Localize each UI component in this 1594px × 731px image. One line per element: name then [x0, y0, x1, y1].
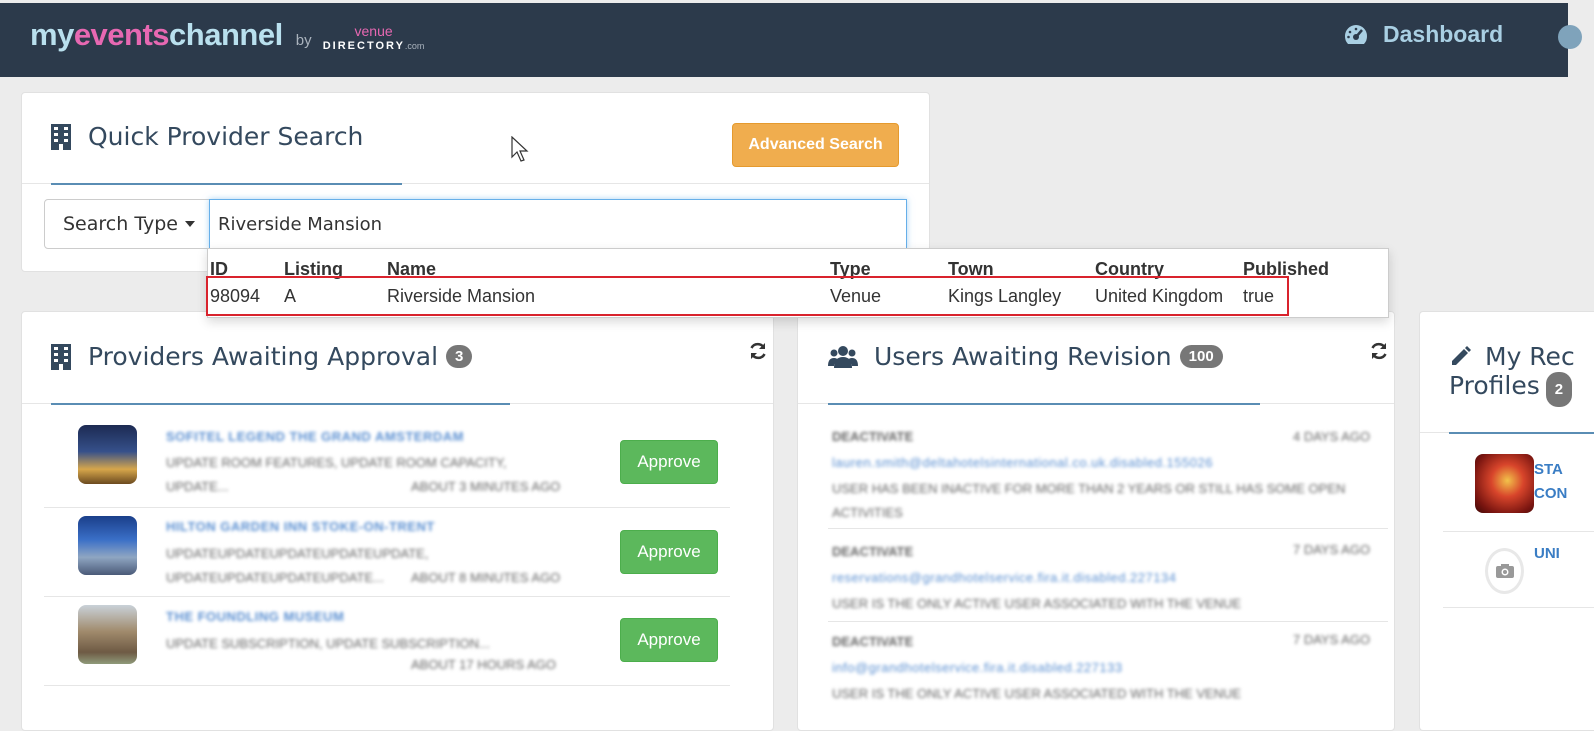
user-revision-note: USER IS THE ONLY ACTIVE USER ASSOCIATED …	[832, 596, 1242, 611]
pencil-icon	[1452, 346, 1471, 365]
user-revision-note: USER HAS BEEN INACTIVE FOR MORE THAN 2 Y…	[832, 481, 1346, 496]
recent-profile-name: UNI	[1534, 545, 1560, 562]
recent-profile-item[interactable]: STA CON	[1443, 446, 1594, 532]
logo-text-directory: DIRECTORY	[322, 40, 405, 52]
recent-profile-name: STA CON	[1534, 458, 1567, 506]
mouse-cursor-icon	[511, 136, 529, 162]
provider-changes-text-2: UPDATE...	[166, 479, 229, 494]
user-age-label: 4 DAYS AGO	[1293, 429, 1371, 444]
provider-time-ago: ABOUT 3 MINUTES AGO	[411, 479, 561, 494]
provider-thumbnail	[78, 425, 137, 484]
user-email-link[interactable]: info@grandhotelservice.fira.it.disabled.…	[832, 660, 1123, 675]
refresh-icon[interactable]	[1369, 341, 1389, 361]
dashboard-nav-link[interactable]: Dashboard	[1343, 21, 1503, 48]
search-results-dropdown: ID Listing Name Type Town Country Publis…	[206, 248, 1389, 318]
site-logo[interactable]: myeventschannel by venue DIRECTORY.com	[30, 17, 424, 53]
logo-text-channel: channel	[169, 17, 283, 52]
providers-title-underline	[51, 403, 510, 405]
recent-profile-item[interactable]: UNI	[1443, 534, 1594, 608]
recent-profile-name-line1: STA	[1534, 461, 1563, 478]
users-title-underline	[828, 403, 1260, 405]
logo-text-by: by	[295, 32, 312, 49]
user-action-label: DEACTIVATE	[832, 429, 914, 444]
venue-directory-logo: venue DIRECTORY.com	[323, 24, 425, 53]
provider-search-input[interactable]	[209, 199, 907, 249]
user-revision-item: DEACTIVATE 7 DAYS AGO reservations@grand…	[828, 534, 1388, 622]
user-revision-note-2: ACTIVITIES	[832, 505, 903, 520]
user-age-label: 7 DAYS AGO	[1293, 542, 1371, 557]
camera-glyph-icon	[1495, 564, 1514, 578]
provider-thumbnail	[78, 605, 137, 664]
users-icon	[828, 345, 858, 368]
providers-approval-title-text: Providers Awaiting Approval	[88, 342, 439, 371]
dashboard-label: Dashboard	[1383, 21, 1504, 47]
user-email-link[interactable]: lauren.smith@deltahotelsinternational.co…	[832, 455, 1213, 470]
users-revision-title: Users Awaiting Revision 100	[828, 342, 1223, 371]
search-type-dropdown[interactable]: Search Type	[44, 199, 211, 249]
user-age-label: 7 DAYS AGO	[1293, 632, 1371, 647]
profile-thumbnail	[1475, 454, 1534, 513]
provider-changes-text: UPDATE SUBSCRIPTION, UPDATE SUBSCRIPTION…	[166, 636, 490, 651]
user-revision-item: DEACTIVATE 4 DAYS AGO lauren.smith@delta…	[828, 419, 1388, 529]
user-email-link[interactable]: reservations@grandhotelservice.fira.it.d…	[832, 570, 1176, 585]
provider-name-link[interactable]: THE FOUNDLING MUSEUM	[166, 609, 344, 624]
users-count-badge: 100	[1179, 345, 1223, 368]
quick-search-title-underline	[51, 183, 402, 185]
user-avatar-icon[interactable]	[1558, 25, 1582, 49]
provider-name-link[interactable]: SOFITEL LEGEND THE GRAND AMSTERDAM	[166, 429, 464, 444]
provider-list-item: THE FOUNDLING MUSEUM UPDATE SUBSCRIPTION…	[44, 598, 730, 686]
caret-down-icon	[184, 221, 195, 227]
user-revision-note: USER IS THE ONLY ACTIVE USER ASSOCIATED …	[832, 686, 1242, 701]
approve-button[interactable]: Approve	[620, 618, 718, 662]
building-icon	[51, 343, 71, 370]
logo-text-events: events	[73, 17, 170, 52]
recent-title-underline	[1449, 432, 1594, 434]
provider-time-ago: ABOUT 8 MINUTES AGO	[411, 570, 561, 585]
recent-profiles-count-badge: 2	[1545, 372, 1573, 407]
quick-search-title: Quick Provider Search	[50, 122, 363, 151]
refresh-icon[interactable]	[748, 341, 768, 361]
provider-changes-text: UPDATEUPDATEUPDATEUPDATEUPDATE,	[166, 546, 429, 561]
quick-search-title-text: Quick Provider Search	[88, 122, 364, 151]
logo-text-com: .com	[404, 41, 425, 51]
provider-name-link[interactable]: HILTON GARDEN INN STOKE-ON-TRENT	[166, 519, 435, 534]
dashboard-gauge-icon	[1344, 24, 1368, 44]
provider-list-item: HILTON GARDEN INN STOKE-ON-TRENT UPDATEU…	[44, 509, 730, 597]
user-action-label: DEACTIVATE	[832, 544, 914, 559]
provider-changes-text: UPDATE ROOM FEATURES, UPDATE ROOM CAPACI…	[166, 455, 507, 470]
recent-profile-name-line2: CON	[1534, 485, 1568, 502]
recent-profiles-title-line2: Profiles	[1449, 371, 1540, 400]
provider-time-ago: ABOUT 17 HOURS AGO	[411, 657, 556, 672]
camera-placeholder-icon	[1485, 548, 1524, 594]
result-row-highlight	[206, 276, 1289, 316]
top-navbar: myeventschannel by venue DIRECTORY.com D…	[0, 3, 1582, 77]
approve-button[interactable]: Approve	[620, 440, 718, 484]
users-revision-title-text: Users Awaiting Revision	[874, 342, 1172, 371]
provider-changes-text-2: UPDATEUPDATEUPDATEUPDATE...	[166, 570, 384, 585]
recent-profiles-title: My Rec Profiles 2	[1449, 342, 1575, 407]
providers-approval-title: Providers Awaiting Approval 3	[50, 342, 473, 371]
provider-thumbnail	[78, 516, 137, 575]
provider-list-item: SOFITEL LEGEND THE GRAND AMSTERDAM UPDAT…	[44, 420, 730, 508]
approve-button[interactable]: Approve	[620, 530, 718, 574]
user-revision-item: DEACTIVATE 7 DAYS AGO info@grandhotelser…	[828, 624, 1388, 706]
logo-text-venue: venue	[354, 23, 393, 39]
recent-profiles-title-line1: My Rec	[1485, 342, 1575, 371]
building-icon	[51, 123, 71, 150]
search-type-label: Search Type	[63, 213, 178, 235]
advanced-search-button[interactable]: Advanced Search	[732, 123, 899, 167]
providers-count-badge: 3	[446, 345, 473, 368]
user-action-label: DEACTIVATE	[832, 634, 914, 649]
logo-text-my: my	[30, 17, 74, 52]
